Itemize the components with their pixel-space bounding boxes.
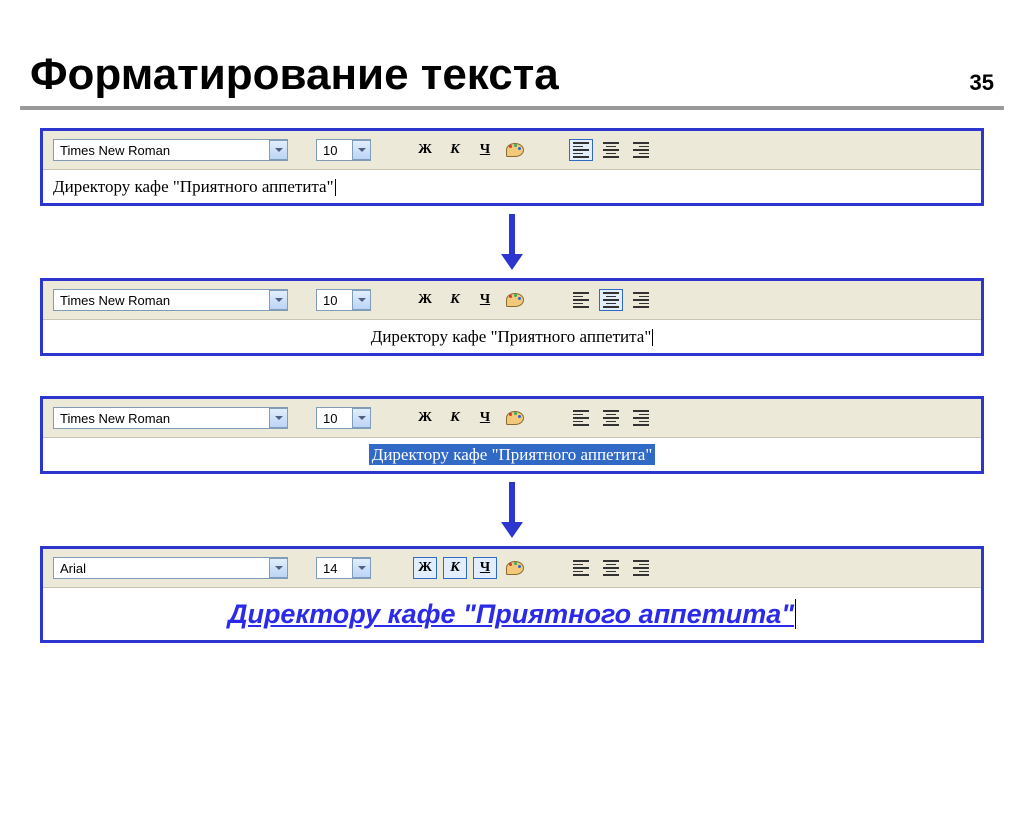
text-cursor (652, 329, 653, 346)
size-dropdown[interactable]: 10 (316, 289, 371, 311)
align-center-button[interactable] (599, 139, 623, 161)
align-right-button[interactable] (629, 407, 653, 429)
italic-button[interactable]: К (443, 289, 467, 311)
align-center-icon (603, 292, 619, 308)
editor-panel-3: Times New Roman 10 Ж К Ч Директору кафе … (40, 396, 984, 474)
align-center-icon (603, 560, 619, 576)
font-value: Times New Roman (60, 143, 265, 158)
bold-button[interactable]: Ж (413, 557, 437, 579)
size-value: 14 (323, 561, 348, 576)
palette-button[interactable] (503, 139, 527, 161)
italic-button[interactable]: К (443, 407, 467, 429)
align-right-button[interactable] (629, 557, 653, 579)
size-value: 10 (323, 143, 348, 158)
arrow-down-1 (0, 212, 1024, 272)
text-area-2[interactable]: Директору кафе "Приятного аппетита" (43, 320, 981, 353)
palette-icon (506, 143, 524, 157)
page-number: 35 (970, 70, 994, 96)
palette-icon (506, 411, 524, 425)
align-center-icon (603, 410, 619, 426)
font-dropdown[interactable]: Times New Roman (53, 289, 288, 311)
text-cursor (335, 179, 336, 196)
title-underline (20, 106, 1004, 110)
editor-panel-2: Times New Roman 10 Ж К Ч Директору кафе … (40, 278, 984, 356)
italic-button[interactable]: К (443, 557, 467, 579)
align-left-icon (573, 560, 589, 576)
palette-button[interactable] (503, 289, 527, 311)
align-left-button[interactable] (569, 289, 593, 311)
editor-panel-1: Times New Roman 10 Ж К Ч Директору кафе … (40, 128, 984, 206)
text-area-4[interactable]: Директору кафе "Приятного аппетита" (43, 588, 981, 640)
align-right-icon (633, 292, 649, 308)
size-value: 10 (323, 411, 348, 426)
align-center-button[interactable] (599, 557, 623, 579)
font-dropdown[interactable]: Times New Roman (53, 407, 288, 429)
font-dropdown[interactable]: Times New Roman (53, 139, 288, 161)
text-area-1[interactable]: Директору кафе "Приятного аппетита" (43, 170, 981, 203)
palette-icon (506, 293, 524, 307)
page-title: Форматирование текста (30, 50, 1024, 100)
chevron-down-icon[interactable] (352, 558, 370, 578)
arrow-down-2 (0, 480, 1024, 540)
toolbar-1: Times New Roman 10 Ж К Ч (43, 131, 981, 170)
chevron-down-icon[interactable] (352, 408, 370, 428)
selected-text: Директору кафе "Приятного аппетита" (369, 444, 656, 465)
text-area-3[interactable]: Директору кафе "Приятного аппетита" (43, 438, 981, 471)
chevron-down-icon[interactable] (269, 140, 287, 160)
palette-button[interactable] (503, 407, 527, 429)
italic-button[interactable]: К (443, 139, 467, 161)
chevron-down-icon[interactable] (269, 408, 287, 428)
align-right-button[interactable] (629, 139, 653, 161)
align-center-button[interactable] (599, 407, 623, 429)
bold-button[interactable]: Ж (413, 407, 437, 429)
underline-button[interactable]: Ч (473, 557, 497, 579)
size-dropdown[interactable]: 10 (316, 407, 371, 429)
font-dropdown[interactable]: Arial (53, 557, 288, 579)
text-cursor (795, 599, 796, 629)
chevron-down-icon[interactable] (269, 558, 287, 578)
align-left-button[interactable] (569, 139, 593, 161)
align-center-button[interactable] (599, 289, 623, 311)
align-left-icon (573, 292, 589, 308)
size-value: 10 (323, 293, 348, 308)
bold-button[interactable]: Ж (413, 139, 437, 161)
align-right-icon (633, 142, 649, 158)
palette-button[interactable] (503, 557, 527, 579)
align-center-icon (603, 142, 619, 158)
size-dropdown[interactable]: 14 (316, 557, 371, 579)
underline-button[interactable]: Ч (473, 407, 497, 429)
align-right-button[interactable] (629, 289, 653, 311)
toolbar-2: Times New Roman 10 Ж К Ч (43, 281, 981, 320)
font-value: Times New Roman (60, 293, 265, 308)
toolbar-3: Times New Roman 10 Ж К Ч (43, 399, 981, 438)
chevron-down-icon[interactable] (269, 290, 287, 310)
font-value: Times New Roman (60, 411, 265, 426)
editor-panel-4: Arial 14 Ж К Ч Директору кафе "Приятного… (40, 546, 984, 643)
align-left-icon (573, 142, 589, 158)
toolbar-4: Arial 14 Ж К Ч (43, 549, 981, 588)
bold-button[interactable]: Ж (413, 289, 437, 311)
chevron-down-icon[interactable] (352, 290, 370, 310)
align-right-icon (633, 560, 649, 576)
align-left-icon (573, 410, 589, 426)
align-right-icon (633, 410, 649, 426)
font-value: Arial (60, 561, 265, 576)
underline-button[interactable]: Ч (473, 289, 497, 311)
size-dropdown[interactable]: 10 (316, 139, 371, 161)
align-left-button[interactable] (569, 407, 593, 429)
chevron-down-icon[interactable] (352, 140, 370, 160)
align-left-button[interactable] (569, 557, 593, 579)
palette-icon (506, 561, 524, 575)
underline-button[interactable]: Ч (473, 139, 497, 161)
